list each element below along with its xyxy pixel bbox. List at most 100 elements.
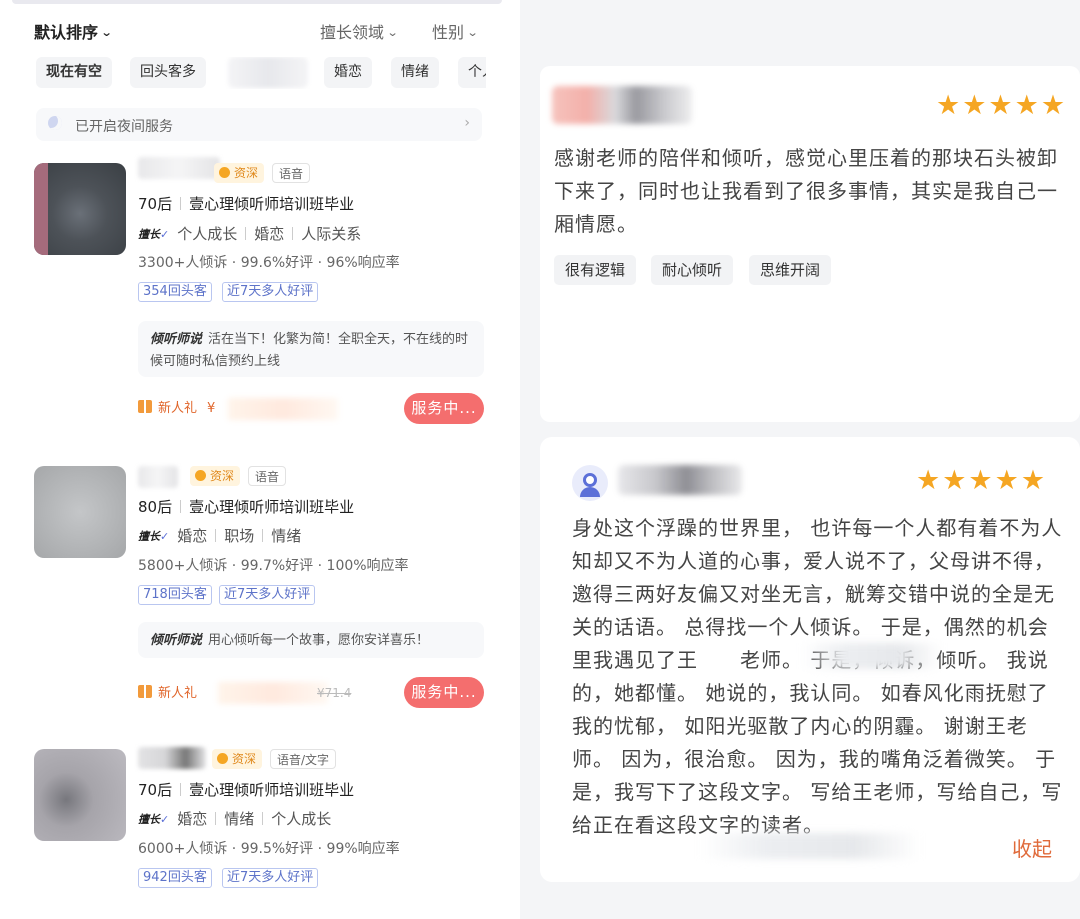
listener-list-panel: 默认排序⌄ 擅长领域⌄ 性别⌄ 现在有空 回头客多 婚恋 情绪 个人 已开启夜间… bbox=[0, 0, 505, 919]
gender-filter-dropdown[interactable]: 性别 ⌄ bbox=[432, 19, 479, 43]
collapse-link[interactable]: 收起 bbox=[1012, 833, 1052, 862]
chip-obscured[interactable] bbox=[228, 57, 308, 88]
specialty-item: 婚恋 bbox=[177, 810, 208, 828]
user-avatar-icon bbox=[572, 465, 608, 501]
specialty-label-text: 擅长 bbox=[138, 530, 160, 543]
chip-romance[interactable]: 婚恋 bbox=[324, 57, 372, 88]
specialty-line: 擅长✓ 婚恋 情绪 个人成长 bbox=[138, 808, 331, 829]
mode-badge: 语音 bbox=[272, 163, 311, 183]
avatar[interactable] bbox=[34, 749, 126, 841]
specialty-line: 擅长✓ 婚恋 职场 情绪 bbox=[138, 525, 301, 546]
divider bbox=[245, 227, 247, 240]
listener-name-obscured bbox=[138, 466, 178, 488]
avatar[interactable] bbox=[34, 466, 126, 558]
listener-card[interactable]: 资深 语音 80后 壹心理倾听师培训班毕业 擅长✓ 婚恋 职场 情绪 5800+人倾诉 … bbox=[34, 466, 484, 716]
returning-clients-pill: 718回头客 bbox=[138, 585, 212, 605]
qualification: 壹心理倾听师培训班毕业 bbox=[189, 781, 355, 799]
review-text: 感谢老师的陪伴和倾听，感觉心里压着的那块石头被卸下来了，同时也让我看到了很多事情… bbox=[554, 146, 1058, 236]
reviewer-name-obscured bbox=[552, 86, 692, 124]
divider bbox=[215, 812, 217, 825]
quote-label: 倾听师说 bbox=[150, 633, 203, 648]
review-card: ★★★★★ 身处这个浮躁的世界里， 也许每一个人都有着不为人知却又不为人道的心事… bbox=[540, 437, 1080, 882]
qualification: 壹心理倾听师培训班毕业 bbox=[189, 498, 355, 516]
gender-filter-label: 性别 bbox=[432, 23, 465, 42]
chip-personal[interactable]: 个人 bbox=[458, 57, 486, 88]
senior-badge-text: 资深 bbox=[232, 752, 257, 766]
specialty-item: 婚恋 bbox=[254, 225, 285, 243]
field-filter-dropdown[interactable]: 擅长领域 ⌄ bbox=[320, 19, 399, 43]
chip-available-now[interactable]: 现在有空 bbox=[36, 57, 112, 88]
night-service-text: 已开启夜间服务 bbox=[75, 119, 173, 135]
top-divider bbox=[12, 0, 502, 4]
reviewer-name-obscured bbox=[618, 465, 742, 495]
stats-line: 3300+人倾诉 · 99.6%好评 · 96%响应率 bbox=[138, 255, 400, 271]
recent-praise-pill: 近7天多人好评 bbox=[219, 585, 316, 605]
senior-badge-icon bbox=[219, 167, 230, 178]
sort-label: 默认排序 bbox=[34, 23, 99, 42]
divider bbox=[262, 529, 264, 542]
qualification: 壹心理倾听师培训班毕业 bbox=[189, 195, 355, 213]
review-tag: 耐心倾听 bbox=[651, 255, 734, 285]
avatar[interactable] bbox=[34, 163, 126, 255]
night-service-banner[interactable]: 已开启夜间服务 › bbox=[36, 108, 482, 141]
original-price: ¥71.4 bbox=[317, 686, 352, 700]
divider bbox=[292, 227, 294, 240]
specialty-label-text: 擅长 bbox=[138, 813, 160, 826]
stats-line: 6000+人倾诉 · 99.5%好评 · 99%响应率 bbox=[138, 841, 400, 857]
specialty-item: 个人成长 bbox=[271, 810, 332, 828]
review-card: ★★★★★ 感谢老师的陪伴和倾听，感觉心里压着的那块石头被卸下来了，同时也让我看… bbox=[540, 66, 1080, 422]
price-prefix: ¥ bbox=[207, 401, 216, 416]
specialty-item: 个人成长 bbox=[177, 225, 238, 243]
divider bbox=[215, 529, 217, 542]
gift-label: 新人礼 bbox=[158, 401, 198, 416]
name-redaction bbox=[802, 643, 942, 669]
review-tag: 思维开阔 bbox=[749, 255, 832, 285]
listener-name-obscured bbox=[138, 157, 220, 179]
chip-emotion[interactable]: 情绪 bbox=[391, 57, 439, 88]
price-obscured bbox=[228, 398, 338, 420]
specialty-item: 人际关系 bbox=[301, 225, 362, 243]
returning-clients-pill: 354回头客 bbox=[138, 282, 212, 302]
field-filter-label: 擅长领域 bbox=[320, 23, 385, 42]
senior-badge-icon bbox=[195, 470, 206, 481]
new-user-gift: 新人礼 ¥ bbox=[138, 398, 215, 420]
age-group: 70后 bbox=[138, 781, 173, 799]
serving-status-button[interactable]: 服务中... bbox=[404, 677, 484, 708]
specialty-label: 擅长✓ bbox=[138, 528, 169, 544]
divider bbox=[180, 783, 182, 796]
specialty-label: 擅长✓ bbox=[138, 811, 169, 827]
listener-card[interactable]: 资深 语音 70后 壹心理倾听师培训班毕业 擅长✓ 个人成长 婚恋 人际关系 3300+… bbox=[34, 157, 484, 433]
chevron-down-icon: ⌄ bbox=[466, 26, 479, 39]
senior-badge-icon bbox=[217, 753, 228, 764]
quick-filter-chips: 现在有空 回头客多 婚恋 情绪 个人 bbox=[36, 57, 486, 89]
age-group: 70后 bbox=[138, 195, 173, 213]
check-icon: ✓ bbox=[160, 530, 170, 543]
recent-praise-pill: 近7天多人好评 bbox=[222, 868, 319, 888]
specialty-label-text: 擅长 bbox=[138, 228, 160, 241]
divider bbox=[180, 500, 182, 513]
listener-quote: 倾听师说 活在当下！化繁为简！全职全天，不在线的时候可随时私信预约上线 bbox=[138, 321, 484, 377]
senior-badge: 资深 bbox=[214, 163, 265, 183]
specialty-item: 情绪 bbox=[224, 810, 255, 828]
qualification-line: 70后 壹心理倾听师培训班毕业 bbox=[138, 779, 354, 800]
senior-badge: 资深 bbox=[190, 466, 241, 486]
avatar-body bbox=[580, 487, 600, 497]
quote-label: 倾听师说 bbox=[150, 332, 203, 347]
specialty-item: 职场 bbox=[224, 527, 255, 545]
check-icon: ✓ bbox=[160, 228, 170, 241]
reviews-panel: ★★★★★ 感谢老师的陪伴和倾听，感觉心里压着的那块石头被卸下来了，同时也让我看… bbox=[520, 0, 1080, 919]
review-tag: 很有逻辑 bbox=[554, 255, 637, 285]
sort-dropdown[interactable]: 默认排序 ⌄ bbox=[34, 19, 113, 43]
sort-filter-bar: 默认排序 ⌄ 擅长领域 ⌄ 性别 ⌄ bbox=[34, 19, 482, 45]
chevron-down-icon: ⌄ bbox=[386, 26, 399, 39]
divider bbox=[180, 197, 182, 210]
listener-card[interactable]: 资深 语音/文字 70后 壹心理倾听师培训班毕业 擅长✓ 婚恋 情绪 个人成长 6000… bbox=[34, 747, 484, 899]
specialty-item: 情绪 bbox=[271, 527, 302, 545]
divider bbox=[262, 812, 264, 825]
serving-status-button[interactable]: 服务中... bbox=[404, 393, 484, 424]
moon-icon bbox=[48, 116, 62, 130]
chip-many-returning[interactable]: 回头客多 bbox=[130, 57, 206, 88]
listener-name-obscured bbox=[138, 747, 206, 769]
age-group: 80后 bbox=[138, 498, 173, 516]
star-rating: ★★★★★ bbox=[916, 465, 1048, 496]
